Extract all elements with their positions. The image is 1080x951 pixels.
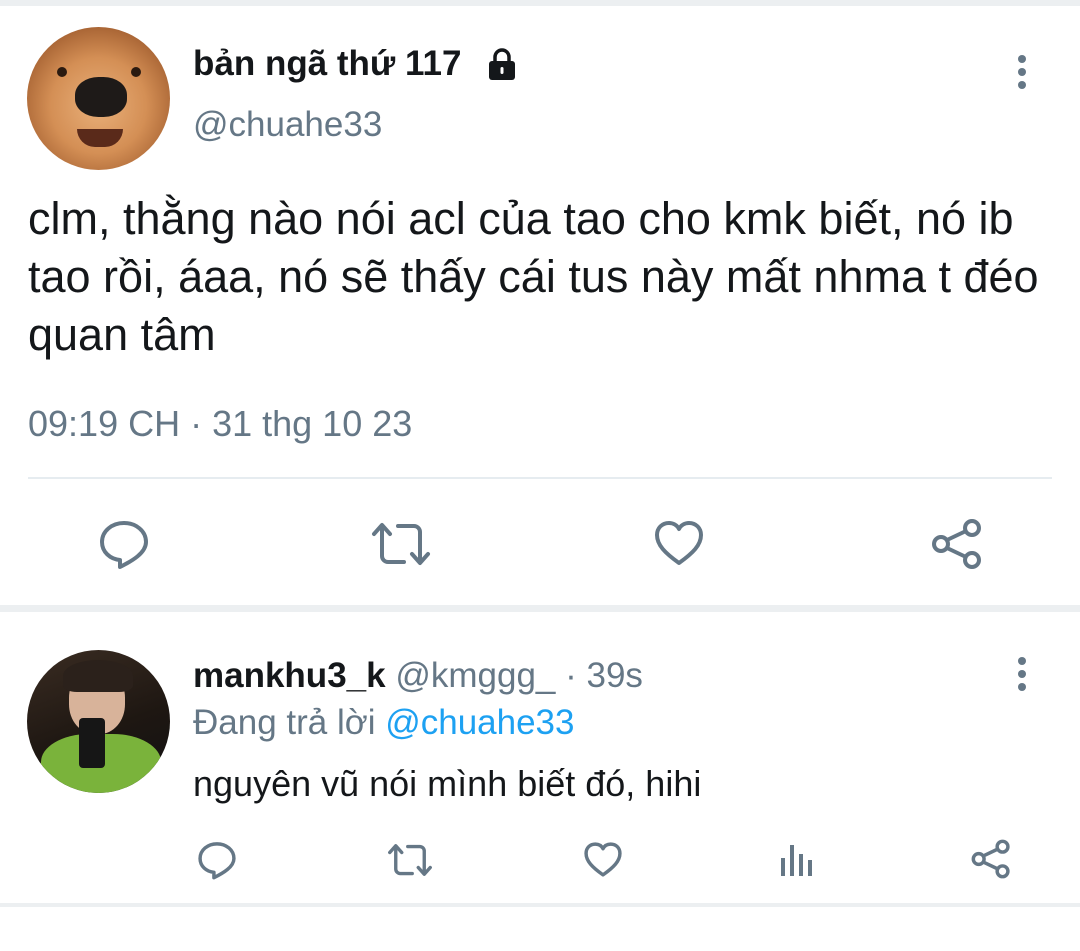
reply-author-handle[interactable]: @kmggg_	[395, 656, 555, 695]
author-name[interactable]: bản ngã thứ 117	[193, 44, 461, 84]
replying-to: Đang trả lời @chuahe33	[193, 703, 575, 743]
share-icon[interactable]	[970, 839, 1012, 879]
reply-icon[interactable]	[197, 840, 237, 880]
reply-separator: ·	[555, 656, 587, 695]
analytics-icon[interactable]	[778, 840, 816, 878]
avatar-mouth	[77, 129, 123, 147]
retweet-icon[interactable]	[370, 520, 432, 568]
retweet-icon[interactable]	[386, 842, 434, 878]
lock-icon	[484, 46, 520, 82]
avatar[interactable]	[27, 650, 170, 793]
divider	[28, 477, 1052, 479]
more-options-icon[interactable]	[1017, 55, 1027, 95]
like-icon[interactable]	[653, 519, 705, 567]
section-separator	[0, 605, 1080, 612]
avatar[interactable]	[27, 27, 170, 170]
top-divider	[0, 0, 1080, 6]
reply-author-name[interactable]: mankhu3_k	[193, 656, 386, 695]
more-options-icon[interactable]	[1017, 657, 1027, 697]
avatar-eye	[131, 67, 141, 77]
like-icon[interactable]	[583, 841, 623, 878]
replying-prefix: Đang trả lời	[193, 703, 386, 742]
reply-text: nguyên vũ nói mình biết đó, hihi	[193, 763, 702, 804]
tweet-text: clm, thằng nào nói acl của tao cho kmk b…	[28, 193, 1039, 360]
bottom-divider	[0, 903, 1080, 907]
reply-time[interactable]: 39s	[586, 656, 642, 695]
author-handle[interactable]: @chuahe33	[193, 105, 382, 145]
avatar-phone	[79, 718, 105, 768]
replying-mention[interactable]: @chuahe33	[385, 703, 574, 742]
share-icon[interactable]	[930, 518, 984, 570]
avatar-eye	[57, 67, 67, 77]
reply-header: mankhu3_k @kmggg_ · 39s	[193, 656, 643, 696]
tweet-timestamp[interactable]: 09:19 CH · 31 thg 10 23	[28, 403, 412, 445]
avatar-hair	[63, 660, 133, 692]
reply-icon[interactable]	[98, 518, 150, 570]
avatar-nose	[75, 77, 127, 117]
